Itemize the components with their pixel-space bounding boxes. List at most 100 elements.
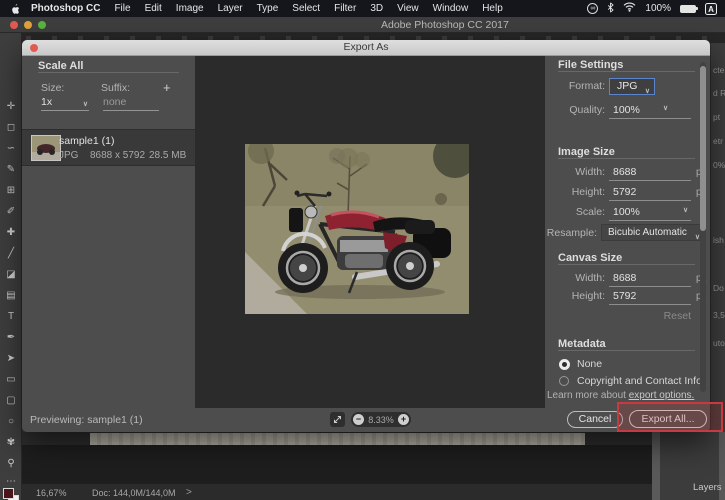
background-panel-strip: cte d R pt etr 0% ish Do 3,5 uto [710, 33, 725, 432]
clipped-panel-text: etr [713, 136, 723, 146]
menu-select[interactable]: Select [285, 3, 327, 14]
metadata-copyright-radio[interactable] [559, 376, 569, 386]
foreground-color-swatch[interactable] [3, 488, 14, 499]
battery-percentage: 100% [645, 3, 671, 14]
field-underline [609, 118, 691, 119]
gradient-tool[interactable]: ▤ [0, 290, 22, 301]
section-divider [558, 158, 695, 159]
background-canvas [22, 445, 652, 484]
scale-all-panel: Scale All Size: Suffix: + 1x none sample… [22, 56, 195, 408]
preview-zoom-control: − 8.33% + [351, 412, 411, 427]
size-label: Size: [41, 82, 65, 94]
menu-3d[interactable]: 3D [363, 3, 390, 14]
chevron-down-icon [645, 84, 650, 99]
document-zoom-level[interactable]: 16,67% [36, 488, 67, 498]
canvas-width-field[interactable]: 8688 [613, 272, 636, 284]
battery-icon[interactable] [680, 4, 698, 13]
tools-panel: ✛ ◻ ∽ ✎ ⊞ ✐ ✚ ╱ ◪ ▤ T ✒ ➤ ▭ ▢ ○ ✾ ⚲ ⋯ ❐ [0, 33, 22, 500]
menu-view[interactable]: View [390, 3, 426, 14]
window-close-button[interactable] [10, 21, 18, 29]
export-options-link[interactable]: export options. [629, 390, 695, 401]
apple-menu-icon[interactable] [8, 3, 24, 15]
metadata-copyright-label[interactable]: Copyright and Contact Info [577, 375, 702, 387]
menu-help[interactable]: Help [475, 3, 510, 14]
window-minimize-button[interactable] [24, 21, 32, 29]
preview-image [245, 144, 469, 314]
clipped-panel-text: ish [713, 235, 724, 245]
height-field[interactable]: 5792 [613, 186, 636, 198]
fit-view-button[interactable] [330, 412, 345, 427]
add-scale-button[interactable]: + [163, 80, 171, 95]
eyedropper-tool[interactable]: ✐ [0, 206, 22, 217]
annotation-highlight-box [617, 402, 723, 432]
menu-app-name[interactable]: Photoshop CC [24, 3, 107, 14]
clipped-panel-text: cte [713, 65, 725, 75]
section-divider [558, 71, 695, 72]
menu-layer[interactable]: Layer [211, 3, 250, 14]
canvas-size-header: Canvas Size [558, 252, 623, 264]
quick-selection-tool[interactable]: ✎ [0, 164, 22, 175]
menu-window[interactable]: Window [426, 3, 476, 14]
quality-label: Quality: [569, 104, 605, 116]
zoom-out-button[interactable]: − [353, 414, 364, 425]
suffix-input[interactable]: none [103, 96, 159, 111]
hand-tool[interactable]: ✾ [0, 437, 22, 448]
more-tools-icon[interactable]: ⋯ [0, 476, 22, 487]
layers-panel-tab[interactable]: Layers [693, 482, 722, 493]
width-field[interactable]: 8688 [613, 166, 636, 178]
zoom-in-button[interactable]: + [398, 414, 409, 425]
settings-scrollbar[interactable] [700, 62, 706, 392]
resample-select[interactable]: Bicubic Automatic [601, 224, 704, 241]
chevron-down-icon[interactable] [663, 104, 668, 112]
file-dimensions: 8688 x 5792 [90, 150, 146, 161]
metadata-none-label[interactable]: None [577, 358, 602, 370]
eraser-tool[interactable]: ◪ [0, 269, 22, 280]
wifi-icon[interactable] [623, 2, 636, 15]
type-tool[interactable]: T [0, 311, 22, 322]
format-select[interactable]: JPG [609, 78, 655, 95]
ellipse-tool[interactable]: ○ [0, 416, 22, 427]
rounded-rectangle-tool[interactable]: ▢ [0, 395, 22, 406]
suffix-label: Suffix: [101, 82, 130, 94]
scale-label: Scale: [575, 206, 605, 218]
scale-field[interactable]: 100% [613, 206, 640, 218]
image-size-header: Image Size [558, 146, 615, 158]
zoom-tool[interactable]: ⚲ [0, 458, 22, 469]
creative-cloud-icon[interactable] [587, 3, 599, 14]
scale-all-header: Scale All [38, 60, 84, 72]
export-file-item[interactable]: sample1 (1) JPG 8688 x 5792 28.5 MB [22, 129, 195, 166]
chevron-down-icon[interactable] [683, 206, 688, 214]
reset-button[interactable]: Reset [609, 310, 691, 322]
metadata-none-radio[interactable] [559, 359, 570, 370]
size-select[interactable]: 1x [41, 96, 89, 111]
lasso-tool[interactable]: ∽ [0, 143, 22, 154]
menu-type[interactable]: Type [250, 3, 286, 14]
window-zoom-button[interactable] [38, 21, 46, 29]
dialog-close-button[interactable] [30, 44, 38, 52]
move-tool[interactable]: ✛ [0, 101, 22, 112]
cancel-button[interactable]: Cancel [567, 411, 623, 428]
healing-brush-tool[interactable]: ✚ [0, 227, 22, 238]
menu-edit[interactable]: Edit [138, 3, 169, 14]
menu-file[interactable]: File [107, 3, 137, 14]
quality-value[interactable]: 100% [613, 104, 640, 116]
status-chevron-icon[interactable]: > [186, 487, 192, 498]
marquee-tool[interactable]: ◻ [0, 122, 22, 133]
input-source-icon[interactable]: A [705, 2, 717, 15]
settings-panel: File Settings Format: JPG Quality: 100% … [545, 56, 710, 408]
metadata-header: Metadata [558, 338, 606, 350]
bluetooth-icon[interactable] [607, 1, 615, 16]
file-size: 28.5 MB [149, 150, 187, 161]
window-title: Adobe Photoshop CC 2017 [381, 19, 509, 31]
format-label: Format: [568, 80, 605, 92]
crop-tool[interactable]: ⊞ [0, 185, 22, 196]
pen-tool[interactable]: ✒ [0, 332, 22, 343]
canvas-height-field[interactable]: 5792 [613, 290, 636, 302]
field-underline [609, 180, 691, 181]
menu-filter[interactable]: Filter [327, 3, 363, 14]
brush-tool[interactable]: ╱ [0, 248, 22, 259]
canvas-height-label: Height: [571, 290, 605, 302]
menu-image[interactable]: Image [169, 3, 211, 14]
path-select-tool[interactable]: ➤ [0, 353, 22, 364]
rectangle-tool[interactable]: ▭ [0, 374, 22, 385]
